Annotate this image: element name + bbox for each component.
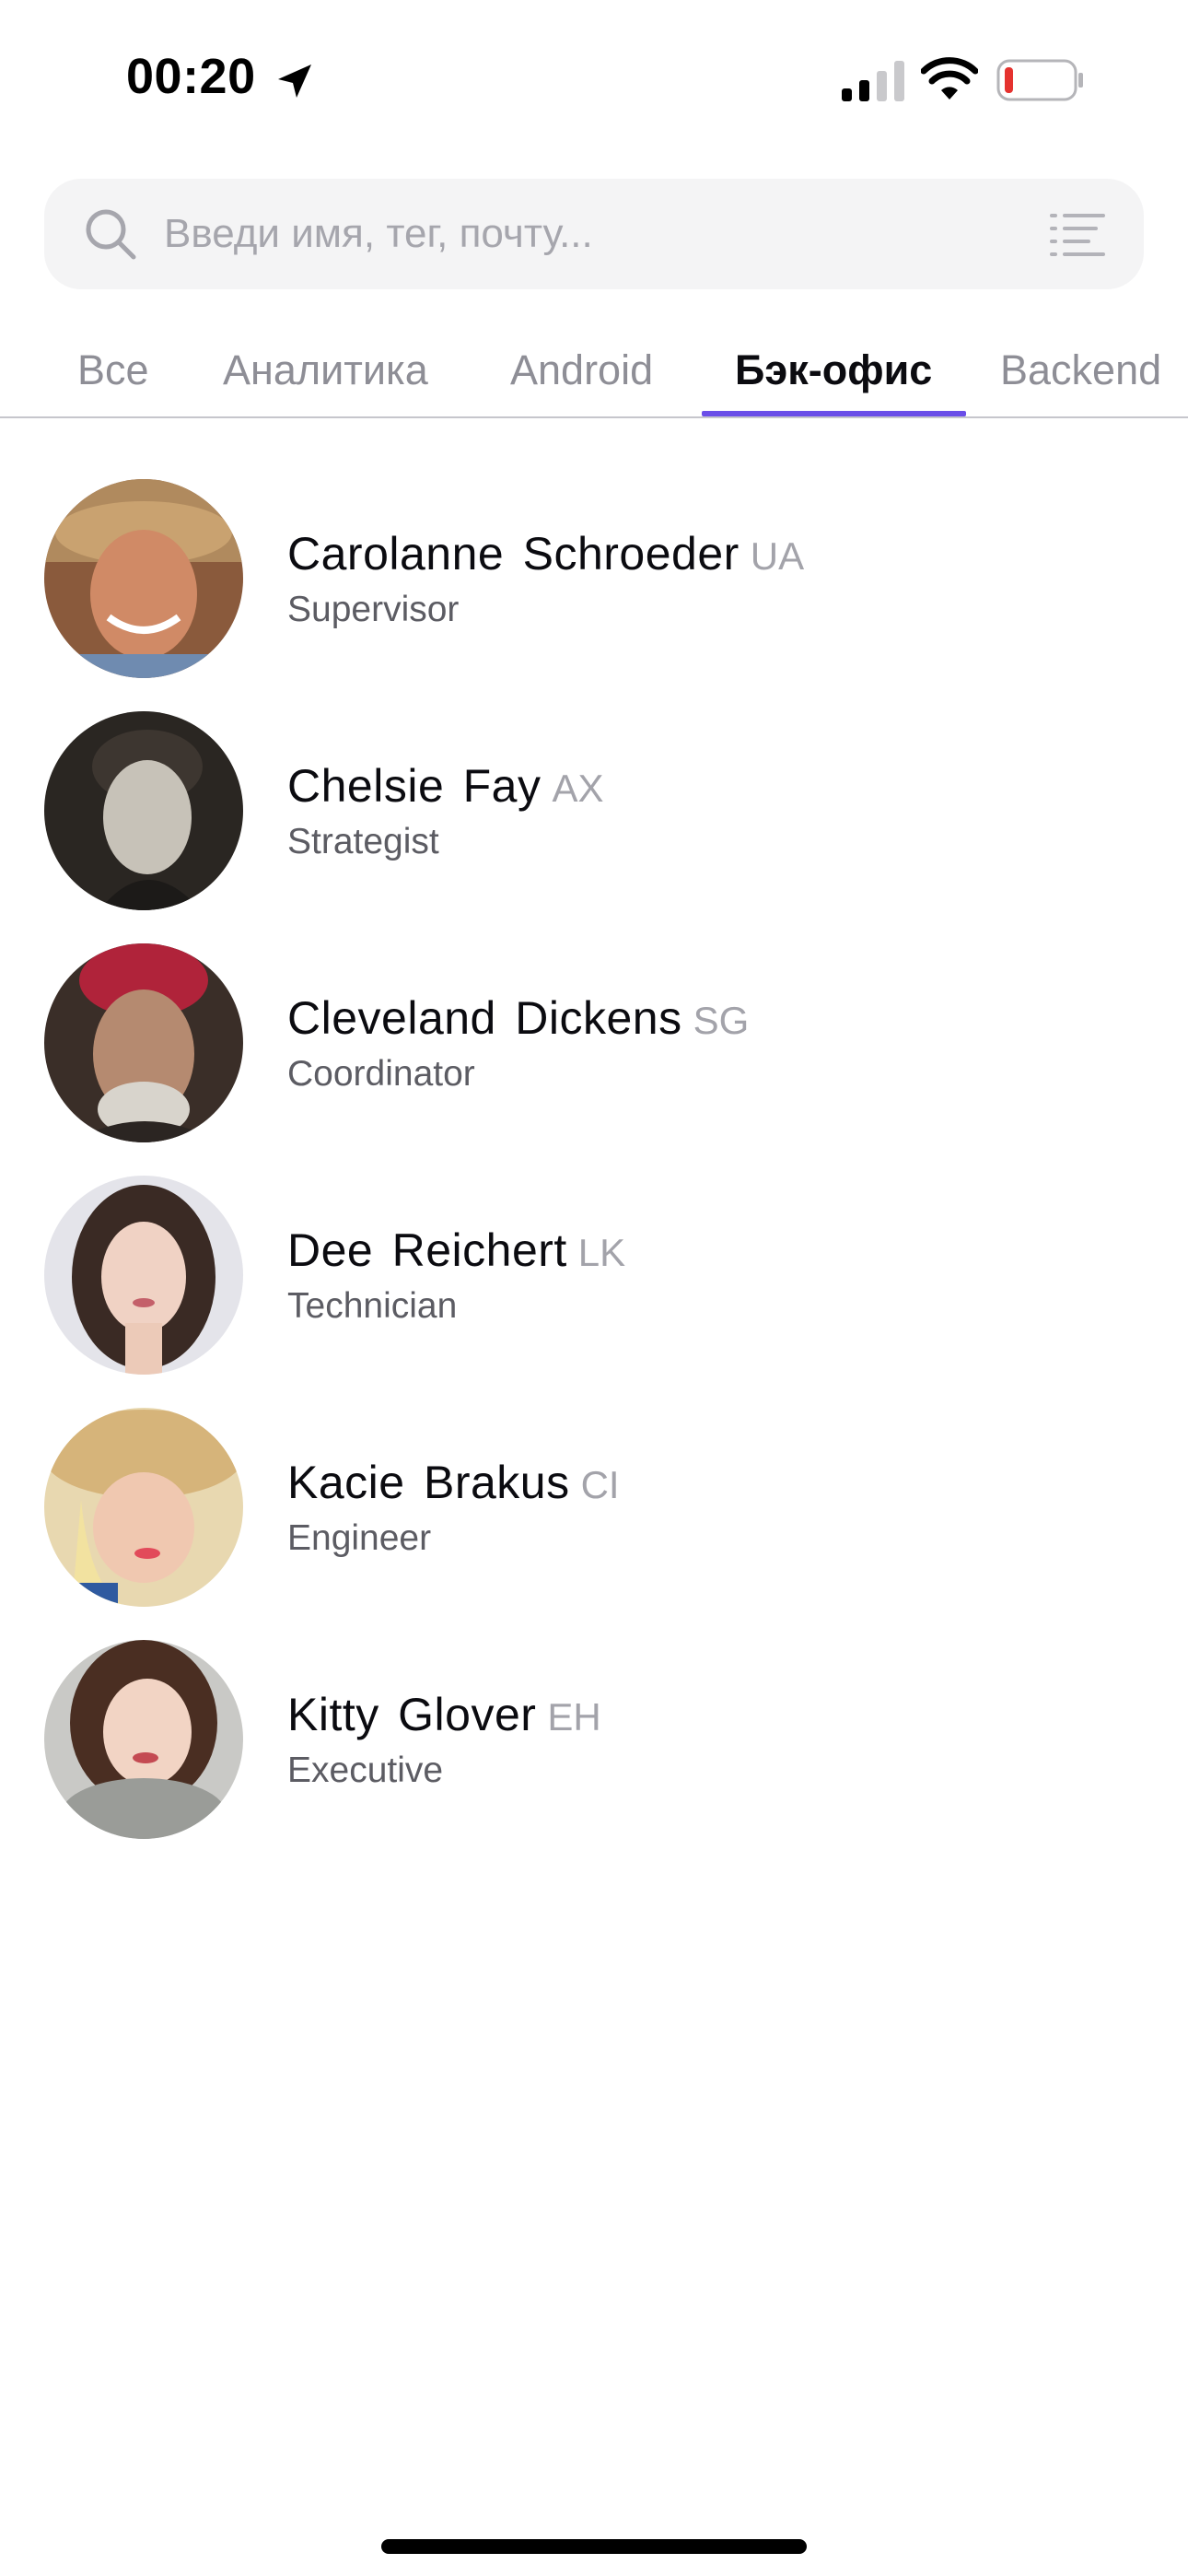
avatar bbox=[44, 479, 243, 678]
tab-back-office[interactable]: Бэк-офис bbox=[735, 346, 932, 394]
search-bar bbox=[44, 179, 1144, 289]
person-row[interactable]: Dee Reichert LK Technician bbox=[0, 1176, 1188, 1375]
avatar bbox=[44, 1640, 243, 1839]
avatar bbox=[44, 1176, 243, 1375]
tab-analytics[interactable]: Аналитика bbox=[223, 346, 428, 394]
person-code: UA bbox=[750, 534, 805, 578]
wifi-icon bbox=[921, 57, 978, 100]
person-role: Technician bbox=[287, 1286, 458, 1326]
person-name: Chelsie Fay bbox=[287, 760, 542, 812]
avatar bbox=[44, 1408, 243, 1607]
tab-backend[interactable]: Backend bbox=[1000, 346, 1161, 394]
avatar bbox=[44, 711, 243, 910]
person-name: Dee Reichert bbox=[287, 1224, 567, 1276]
person-name: Cleveland Dickens bbox=[287, 992, 682, 1044]
person-code: SG bbox=[693, 999, 750, 1042]
tab-all[interactable]: Все bbox=[77, 346, 149, 394]
person-row[interactable]: Chelsie Fay AX Strategist bbox=[0, 711, 1188, 910]
person-row[interactable]: Kacie Brakus CI Engineer bbox=[0, 1408, 1188, 1607]
person-role: Supervisor bbox=[287, 590, 460, 629]
person-row[interactable]: Carolanne Schroeder UA Supervisor bbox=[0, 479, 1188, 678]
avatar bbox=[44, 943, 243, 1142]
status-time: 00:20 bbox=[126, 49, 256, 104]
person-name: Carolanne Schroeder bbox=[287, 528, 740, 580]
tab-android[interactable]: Android bbox=[510, 346, 653, 394]
person-code: EH bbox=[547, 1695, 601, 1739]
search-input[interactable] bbox=[164, 199, 1030, 269]
person-role: Coordinator bbox=[287, 1054, 475, 1094]
filter-list-icon[interactable] bbox=[1050, 210, 1105, 258]
person-role: Strategist bbox=[287, 822, 439, 861]
person-row[interactable]: Kitty Glover EH Executive bbox=[0, 1640, 1188, 1839]
person-row[interactable]: Cleveland Dickens SG Coordinator bbox=[0, 943, 1188, 1142]
person-role: Engineer bbox=[287, 1518, 432, 1558]
screen: 00:20 Введи имя, тег, почту... Все Анали… bbox=[0, 0, 1188, 2576]
person-code: AX bbox=[552, 767, 604, 810]
active-tab-indicator bbox=[702, 411, 966, 416]
person-name: Kitty Glover bbox=[287, 1689, 537, 1740]
person-code: LK bbox=[577, 1231, 626, 1274]
home-indicator[interactable] bbox=[381, 2539, 807, 2554]
person-code: CI bbox=[580, 1463, 620, 1506]
battery-low-icon bbox=[996, 59, 1083, 101]
search-icon bbox=[86, 209, 136, 260]
cellular-signal-icon bbox=[842, 61, 904, 101]
person-name: Kacie Brakus bbox=[287, 1457, 570, 1508]
department-tabs: Все Аналитика Android Бэк-офис Backend bbox=[0, 341, 1188, 418]
person-role: Executive bbox=[287, 1751, 444, 1790]
location-arrow-icon bbox=[278, 64, 311, 98]
status-bar: 00:20 bbox=[0, 0, 1188, 157]
